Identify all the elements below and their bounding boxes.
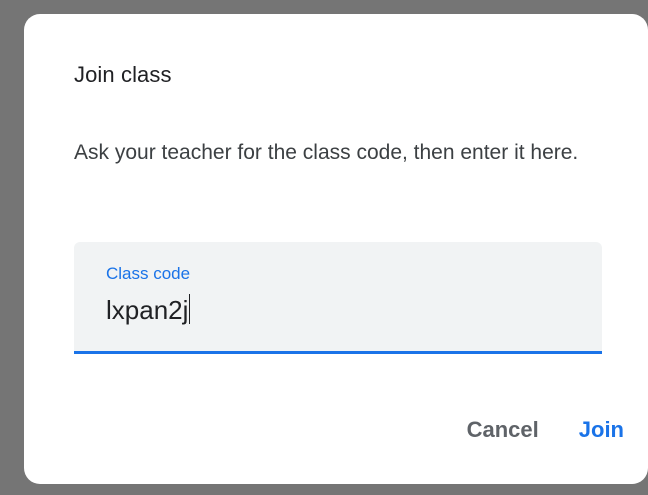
text-caret — [189, 294, 191, 324]
dialog-actions: Cancel Join — [467, 417, 624, 443]
join-class-dialog: Join class Ask your teacher for the clas… — [24, 14, 648, 484]
dialog-description: Ask your teacher for the class code, the… — [74, 141, 579, 164]
join-button[interactable]: Join — [579, 417, 624, 443]
cancel-button[interactable]: Cancel — [467, 417, 539, 443]
dialog-title: Join class — [74, 62, 172, 87]
class-code-value: lxpan2j — [106, 295, 189, 325]
field-focus-underline — [74, 351, 602, 354]
class-code-field[interactable]: Class code lxpan2j — [74, 242, 602, 354]
class-code-label: Class code — [106, 264, 191, 283]
class-code-input[interactable]: lxpan2j — [106, 294, 566, 326]
